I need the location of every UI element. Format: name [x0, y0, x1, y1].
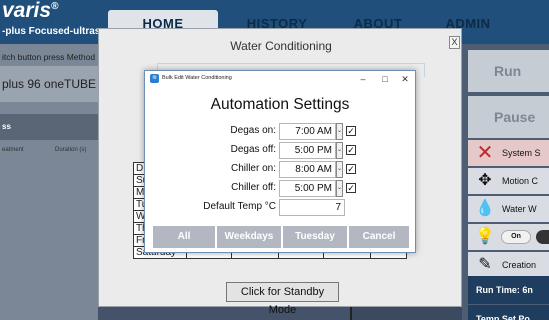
move-arrows-icon: ✥ [478, 172, 492, 189]
chiller-on-checkbox[interactable]: ✓ [346, 164, 356, 174]
temp-set-point-display: Temp Set Po [468, 305, 549, 320]
duration-column-header: Duration (s) [55, 147, 87, 153]
right-panel: Run Pause ✕ System S ✥ Motion C 💧 Water … [462, 44, 549, 320]
dialog-window-title: Bulk Edit Water Conditioning [162, 75, 232, 81]
red-x-icon: ✕ [476, 142, 494, 164]
water-conditioning-close-button[interactable]: X [449, 36, 460, 49]
left-panel: itch button press Method plus 96 oneTUBE… [0, 44, 98, 320]
chevron-down-icon[interactable]: ⌄ [336, 161, 343, 178]
degas-off-checkbox[interactable]: ✓ [346, 145, 356, 155]
degas-off-label: Degas off: [230, 144, 276, 155]
degas-on-row: Degas on: 7:00 AM ⌄ ✓ [145, 123, 415, 140]
method-selector[interactable]: plus 96 oneTUBE PL [0, 66, 98, 102]
degas-on-time-input[interactable]: 7:00 AM [279, 123, 336, 140]
chiller-off-checkbox[interactable]: ✓ [346, 183, 356, 193]
light-toggle-row: 💡 On [468, 224, 549, 250]
standby-mode-button[interactable]: Click for Standby Mode [226, 282, 339, 316]
water-drop-icon: 💧 [475, 200, 495, 217]
chevron-down-icon[interactable]: ⌄ [336, 123, 343, 140]
run-button[interactable]: Run [468, 50, 549, 92]
chiller-on-row: Chiller on: 8:00 AM ⌄ ✓ [145, 161, 415, 178]
creation-label: Creation [502, 260, 537, 270]
default-temp-input[interactable]: 7 [279, 199, 345, 216]
water-conditioning-title: Water Conditioning [230, 39, 332, 53]
chevron-down-icon[interactable]: ⌄ [336, 142, 343, 159]
cancel-button[interactable]: Cancel [349, 226, 409, 248]
weekdays-button[interactable]: Weekdays [217, 226, 281, 248]
chiller-on-time-input[interactable]: 8:00 AM [279, 161, 336, 178]
treatment-column-header: eatment [2, 147, 24, 153]
chiller-off-time-input[interactable]: 5:00 PM [279, 180, 336, 197]
minimize-icon[interactable]: – [355, 72, 371, 87]
degas-on-label: Degas on: [230, 125, 276, 136]
brand-subtitle: -plus Focused-ultraso [2, 26, 102, 37]
toggle-on-label[interactable]: On [501, 230, 531, 244]
close-icon[interactable]: ✕ [397, 72, 413, 87]
motion-control-label: Motion C [502, 176, 539, 186]
degas-off-row: Degas off: 5:00 PM ⌄ ✓ [145, 142, 415, 159]
default-temp-row: Default Temp °C 7 [145, 199, 415, 216]
toggle-switch[interactable] [536, 230, 549, 244]
chiller-off-label: Chiller off: [231, 182, 276, 193]
system-status-label: System S [502, 148, 541, 158]
dialog-heading: Automation Settings [210, 96, 350, 113]
water-label: Water W [502, 204, 537, 214]
method-label: itch button press Method [2, 52, 96, 62]
dialog-titlebar[interactable]: ≋ Bulk Edit Water Conditioning – □ ✕ [145, 71, 415, 88]
light-bulb-icon: 💡 [475, 228, 495, 245]
brand-name: varis [2, 0, 52, 22]
bulk-edit-dialog: ≋ Bulk Edit Water Conditioning – □ ✕ Aut… [144, 70, 416, 253]
process-section-header: ss [0, 114, 98, 140]
tuesday-button[interactable]: Tuesday [283, 226, 347, 248]
degas-off-time-input[interactable]: 5:00 PM [279, 142, 336, 159]
brand-mark: ® [51, 1, 59, 12]
edit-icon: ✎ [478, 256, 492, 273]
chiller-on-label: Chiller on: [230, 163, 276, 174]
brand-logo: varis® -plus Focused-ultraso [2, 0, 102, 44]
system-status-row[interactable]: ✕ System S [468, 140, 549, 166]
water-row[interactable]: 💧 Water W [468, 196, 549, 222]
pause-button[interactable]: Pause [468, 96, 549, 138]
degas-on-checkbox[interactable]: ✓ [346, 126, 356, 136]
creation-row[interactable]: ✎ Creation [468, 252, 549, 278]
maximize-icon[interactable]: □ [377, 72, 393, 87]
all-button[interactable]: All [153, 226, 215, 248]
motion-control-row[interactable]: ✥ Motion C [468, 168, 549, 194]
run-time-display: Run Time: 6n [468, 276, 549, 304]
chiller-off-row: Chiller off: 5:00 PM ⌄ ✓ [145, 180, 415, 197]
default-temp-label: Default Temp °C [203, 201, 276, 212]
chevron-down-icon[interactable]: ⌄ [336, 180, 343, 197]
app-icon: ≋ [150, 74, 159, 83]
